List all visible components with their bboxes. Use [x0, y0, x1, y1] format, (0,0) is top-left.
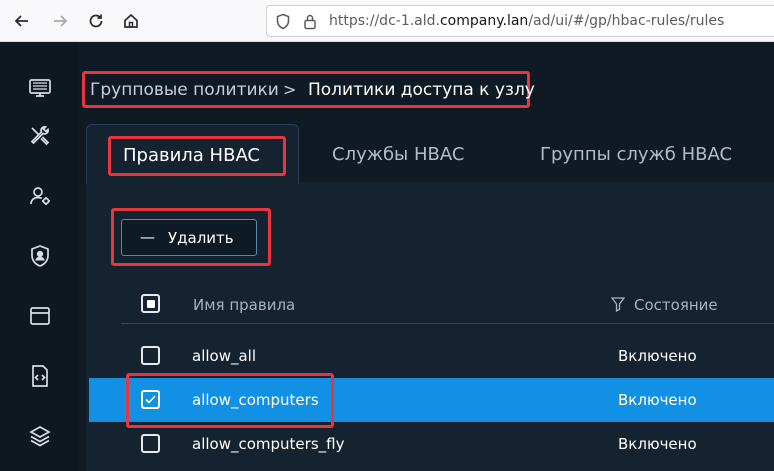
layers-icon[interactable]: [27, 423, 53, 449]
column-header-name[interactable]: Имя правила: [193, 296, 295, 314]
rule-state: Включено: [618, 435, 697, 453]
delete-button-label: Удалить: [168, 229, 234, 247]
home-icon[interactable]: [119, 9, 143, 33]
url-text[interactable]: https://dc-1.ald.company.lan/ad/ui/#/gp/…: [329, 13, 724, 29]
breadcrumb: Групповые политики > Политики доступа к …: [82, 71, 535, 108]
tools-icon[interactable]: [27, 123, 53, 149]
monitor-icon[interactable]: [27, 75, 53, 101]
check-icon: [145, 395, 156, 404]
user-settings-icon[interactable]: [27, 183, 53, 209]
sidebar: [0, 42, 78, 471]
table-header: Имя правила Состояние: [121, 284, 774, 324]
tab-hbac-rules[interactable]: Правила HBAC: [86, 124, 299, 184]
browser-toolbar: https://dc-1.ald.company.lan/ad/ui/#/gp/…: [0, 0, 774, 42]
row-checkbox[interactable]: [141, 346, 160, 365]
shield-icon[interactable]: [275, 13, 291, 34]
row-checkbox[interactable]: [141, 390, 160, 409]
app-window: Групповые политики > Политики доступа к …: [0, 42, 774, 471]
tab-hbac-service-groups[interactable]: Группы служб HBAC: [540, 144, 732, 165]
lock-icon[interactable]: [303, 13, 317, 34]
url-bar[interactable]: https://dc-1.ald.company.lan/ad/ui/#/gp/…: [266, 5, 774, 37]
breadcrumb-separator: >: [283, 80, 297, 99]
column-header-state[interactable]: Состояние: [634, 296, 718, 314]
window-icon[interactable]: [27, 303, 53, 329]
back-icon[interactable]: [10, 9, 34, 33]
rule-state: Включено: [618, 347, 697, 365]
tab-label: Правила HBAC: [123, 145, 261, 166]
filter-icon[interactable]: [611, 296, 625, 312]
tab-hbac-services[interactable]: Службы HBAC: [332, 144, 464, 165]
code-file-icon[interactable]: [27, 363, 53, 389]
rule-state: Включено: [618, 391, 697, 409]
table-row[interactable]: allow_all Включено: [89, 334, 774, 378]
breadcrumb-parent[interactable]: Групповые политики: [90, 80, 279, 100]
rule-name: allow_all: [192, 347, 256, 365]
minus-icon: —: [140, 228, 155, 246]
content-panel: Правила HBAC Службы HBAC Группы служб HB…: [86, 124, 774, 471]
table-row[interactable]: allow_computers Включено: [89, 373, 774, 428]
forward-icon[interactable]: [48, 9, 72, 33]
row-checkbox[interactable]: [141, 434, 160, 453]
rule-name: allow_computers_fly: [192, 435, 345, 453]
rule-name: allow_computers: [192, 391, 319, 409]
shield-user-icon[interactable]: [27, 243, 53, 269]
table-row[interactable]: allow_computers_fly Включено: [89, 422, 774, 466]
breadcrumb-current: Политики доступа к узлу: [308, 80, 535, 100]
delete-button[interactable]: — Удалить: [121, 219, 257, 256]
reload-icon[interactable]: [84, 9, 108, 33]
select-all-checkbox[interactable]: [141, 294, 160, 313]
